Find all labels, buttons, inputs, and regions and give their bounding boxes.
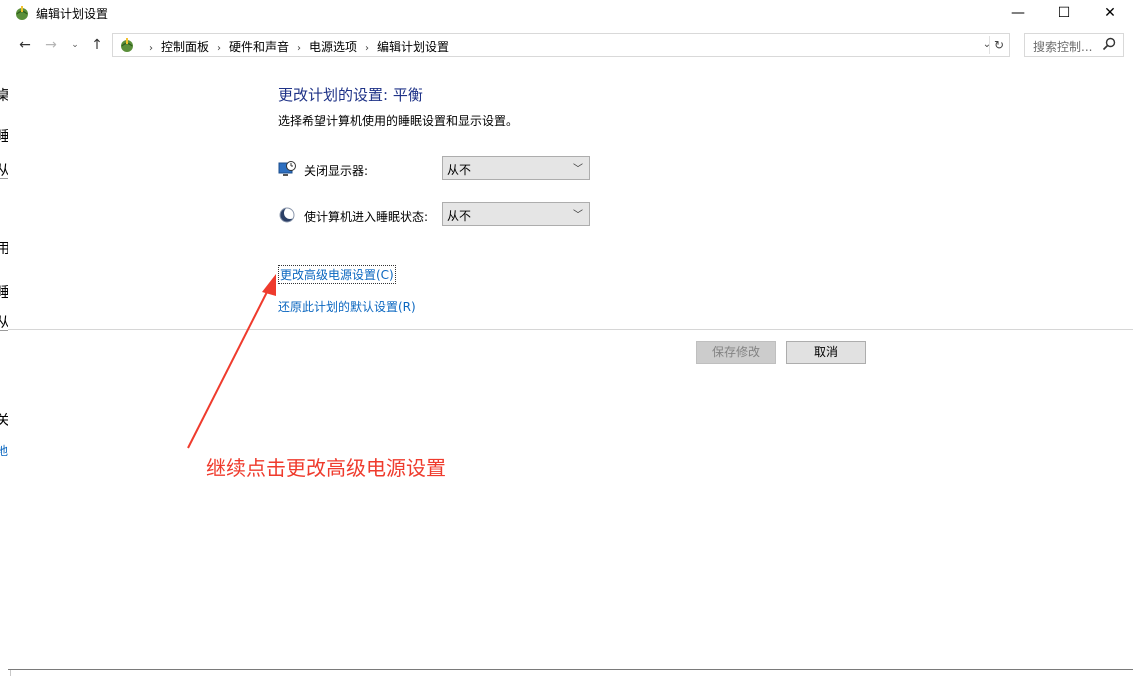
breadcrumb-separator-icon[interactable]: › [297, 43, 301, 54]
window-title: 编辑计划设置 [36, 7, 109, 21]
page-title: 更改计划的设置: 平衡 [278, 86, 423, 104]
display-off-label: 关闭显示器: [304, 164, 369, 178]
breadcrumb: › 控制面板 › 硬件和声音 › 电源选项 › 编辑计划设置 [141, 38, 449, 55]
change-advanced-power-settings-link[interactable]: 更改高级电源设置(C) [278, 265, 396, 284]
recent-locations-chevron-icon[interactable]: ⌄ [66, 36, 84, 54]
close-button[interactable]: ✕ [1087, 0, 1133, 26]
back-arrow-icon[interactable]: ← [16, 36, 34, 54]
divider [8, 329, 1133, 330]
breadcrumb-control-panel[interactable]: 控制面板 [161, 40, 209, 54]
restore-default-settings-link[interactable]: 还原此计划的默认设置(R) [278, 298, 416, 315]
sleep-select[interactable]: 从不 ﹀ [442, 202, 590, 226]
setting-row-sleep: 使计算机进入睡眠状态: 从不 ﹀ [278, 202, 598, 228]
window-frame [8, 669, 1133, 670]
forward-arrow-icon[interactable]: → [42, 36, 60, 54]
sleep-moon-icon [279, 207, 296, 223]
address-bar: ← → ⌄ ↑ › 控制面板 › 硬件和声音 › 电源选项 › 编辑计划设置 ⌄ ↻ 搜索控制… [8, 30, 1133, 60]
monitor-icon [278, 161, 296, 176]
maximize-button[interactable]: ☐ [1041, 0, 1087, 26]
minimize-button[interactable]: — [995, 0, 1041, 26]
title-bar: 编辑计划设置 — ☐ ✕ [8, 0, 1133, 26]
display-off-select[interactable]: 从不 ﹀ [442, 156, 590, 180]
refresh-icon[interactable]: ↻ [989, 36, 1008, 54]
breadcrumb-separator-icon[interactable]: › [365, 43, 369, 54]
annotation-arrow [187, 274, 276, 449]
setting-row-display-off: 关闭显示器: 从不 ﹀ [278, 156, 598, 182]
cancel-button[interactable]: 取消 [786, 341, 866, 364]
address-field[interactable]: › 控制面板 › 硬件和声音 › 电源选项 › 编辑计划设置 ⌄ [112, 33, 1010, 57]
search-icon [1102, 37, 1116, 51]
breadcrumb-hardware-sound[interactable]: 硬件和声音 [229, 40, 289, 54]
chevron-down-icon: ﹀ [573, 210, 583, 221]
breadcrumb-power-options[interactable]: 电源选项 [309, 40, 357, 54]
breadcrumb-separator-icon[interactable]: › [149, 43, 153, 54]
display-off-value: 从不 [447, 163, 472, 177]
search-input[interactable]: 搜索控制... [1024, 33, 1124, 57]
edit-plan-settings-window: 编辑计划设置 — ☐ ✕ ← → ⌄ ↑ › 控制面板 › 硬件和声音 › 电源选项 › 编辑… [8, 0, 1133, 670]
annotation-text: 继续点击更改高级电源设置 [206, 456, 446, 480]
sleep-value: 从不 [447, 209, 472, 223]
background-glyph: 地 [0, 442, 8, 459]
breadcrumb-separator-icon[interactable]: › [217, 43, 221, 54]
breadcrumb-edit-plan[interactable]: 编辑计划设置 [377, 40, 449, 54]
page-description: 选择希望计算机使用的睡眠设置和显示设置。 [278, 114, 519, 128]
up-arrow-icon[interactable]: ↑ [88, 36, 106, 54]
main-content: 更改计划的设置: 平衡 选择希望计算机使用的睡眠设置和显示设置。 关闭显示器: … [8, 60, 1133, 670]
save-changes-button[interactable]: 保存修改 [696, 341, 776, 364]
control-panel-icon [121, 38, 133, 52]
chevron-down-icon: ﹀ [573, 164, 583, 175]
sleep-label: 使计算机进入睡眠状态: [304, 210, 429, 224]
power-options-icon [16, 6, 28, 20]
search-placeholder: 搜索控制... [1033, 40, 1093, 54]
